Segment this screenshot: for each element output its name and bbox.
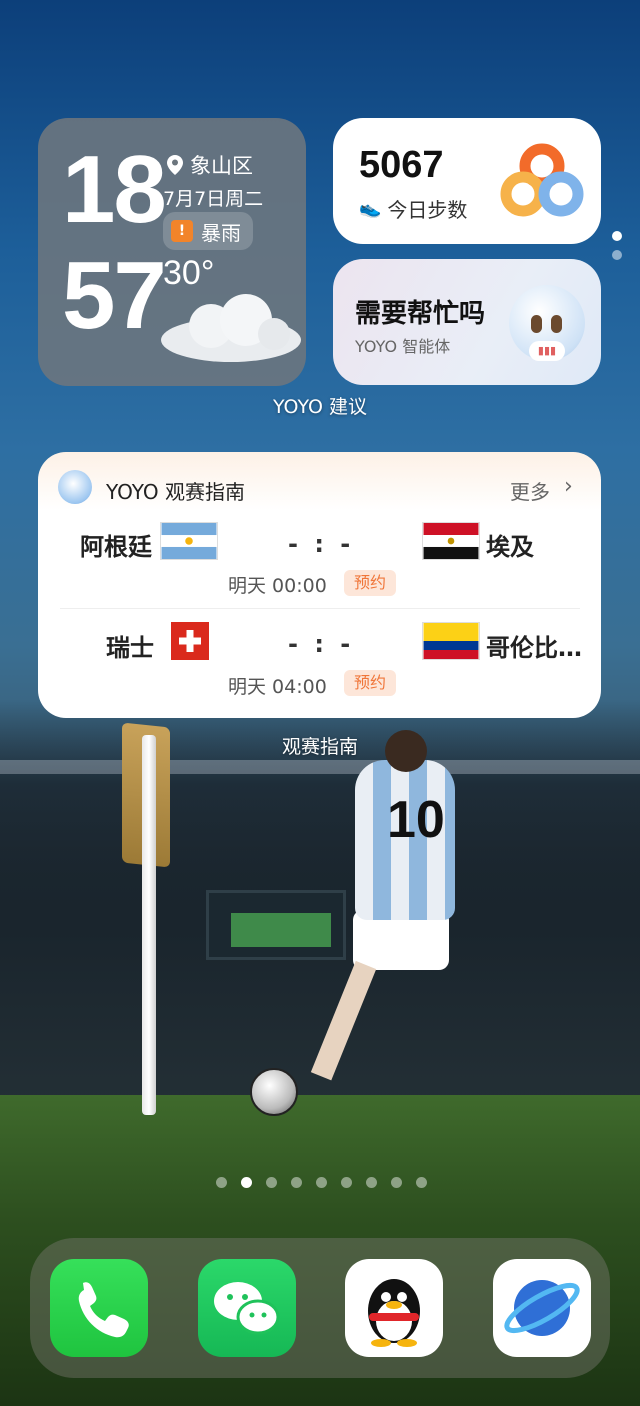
widget-stack-indicator	[612, 231, 622, 269]
wallpaper-screen	[206, 890, 346, 960]
location: 象山区	[166, 150, 253, 180]
wallpaper-player: 10	[310, 730, 465, 1081]
match2-home-team: 瑞士	[106, 634, 154, 662]
more-link[interactable]: 更多	[510, 476, 550, 505]
wechat-app-icon[interactable]	[198, 1259, 296, 1357]
match2-book-button[interactable]: 预约	[344, 670, 397, 696]
assistant-subtitle: YOYO 智能体	[355, 337, 451, 356]
page-dot[interactable]	[316, 1177, 327, 1188]
page-dot-active[interactable]	[241, 1177, 252, 1188]
health-rings-icon	[500, 143, 584, 217]
match2-time: 明天 04:00	[228, 676, 327, 698]
argentina-flag-icon	[160, 522, 218, 560]
weather-alert[interactable]: ! 暴雨	[163, 212, 253, 250]
browser-app-icon[interactable]	[493, 1259, 591, 1357]
steps-widget[interactable]: 5067 👟 今日步数	[333, 118, 601, 244]
step-count: 5067	[359, 144, 444, 186]
clock-minute: 57	[62, 242, 167, 349]
shoe-icon: 👟	[359, 198, 382, 219]
warning-icon: !	[171, 220, 193, 242]
assistant-title: 需要帮忙吗	[355, 299, 486, 329]
page-dot[interactable]	[291, 1177, 302, 1188]
match1-book-button[interactable]: 预约	[344, 570, 397, 596]
location-pin-icon	[167, 155, 183, 175]
page-dot[interactable]	[366, 1177, 377, 1188]
match1-time: 明天 00:00	[228, 575, 327, 597]
date-label: 7月7日周二	[163, 188, 264, 210]
wallpaper-roof	[0, 760, 640, 774]
match-guide-widget[interactable]: YOYO 观赛指南 更多 › 阿根廷 - : - 埃及 明天 00:00 预约 …	[38, 452, 601, 718]
chevron-right-icon[interactable]: ›	[564, 474, 573, 499]
match1-away-team: 埃及	[486, 533, 534, 561]
wallpaper-ball	[250, 1068, 298, 1116]
match1-score: - : -	[288, 530, 355, 558]
switzerland-flag-icon	[171, 622, 209, 660]
weather-widget[interactable]: 18 57 象山区 7月7日周二 ! 暴雨 30°	[38, 118, 306, 386]
wallpaper-flagpole	[142, 735, 156, 1115]
yoyo-logo-icon	[58, 470, 92, 504]
voice-icon[interactable]: ▮▮▮	[529, 341, 565, 361]
assistant-widget[interactable]: 需要帮忙吗 YOYO 智能体 ▮▮▮	[333, 259, 601, 385]
match2-score: - : -	[288, 630, 355, 658]
divider	[60, 608, 580, 609]
page-dot[interactable]	[341, 1177, 352, 1188]
colombia-flag-icon	[422, 622, 480, 660]
guide-title: YOYO 观赛指南	[106, 480, 245, 504]
phone-app-icon[interactable]	[50, 1259, 148, 1357]
yoyo-robot-icon: ▮▮▮	[509, 285, 585, 361]
widget-group-label: YOYO 建议	[272, 396, 368, 418]
egypt-flag-icon	[422, 522, 480, 560]
location-label: 象山区	[190, 154, 253, 178]
page-indicator[interactable]	[216, 1177, 427, 1188]
page-dot[interactable]	[391, 1177, 402, 1188]
page-dot[interactable]	[416, 1177, 427, 1188]
qq-app-icon[interactable]	[345, 1259, 443, 1357]
steps-label-row: 👟 今日步数	[359, 194, 467, 223]
page-dot[interactable]	[216, 1177, 227, 1188]
alert-label: 暴雨	[201, 220, 241, 245]
match-guide-label: 观赛指南	[281, 736, 358, 758]
steps-label: 今日步数	[387, 198, 468, 222]
clock-hour: 18	[62, 136, 167, 243]
page-dot[interactable]	[266, 1177, 277, 1188]
dock	[30, 1238, 610, 1378]
cloud-icon	[161, 294, 301, 362]
match2-away-team: 哥伦比…	[486, 634, 582, 662]
match1-home-team: 阿根廷	[80, 533, 152, 561]
